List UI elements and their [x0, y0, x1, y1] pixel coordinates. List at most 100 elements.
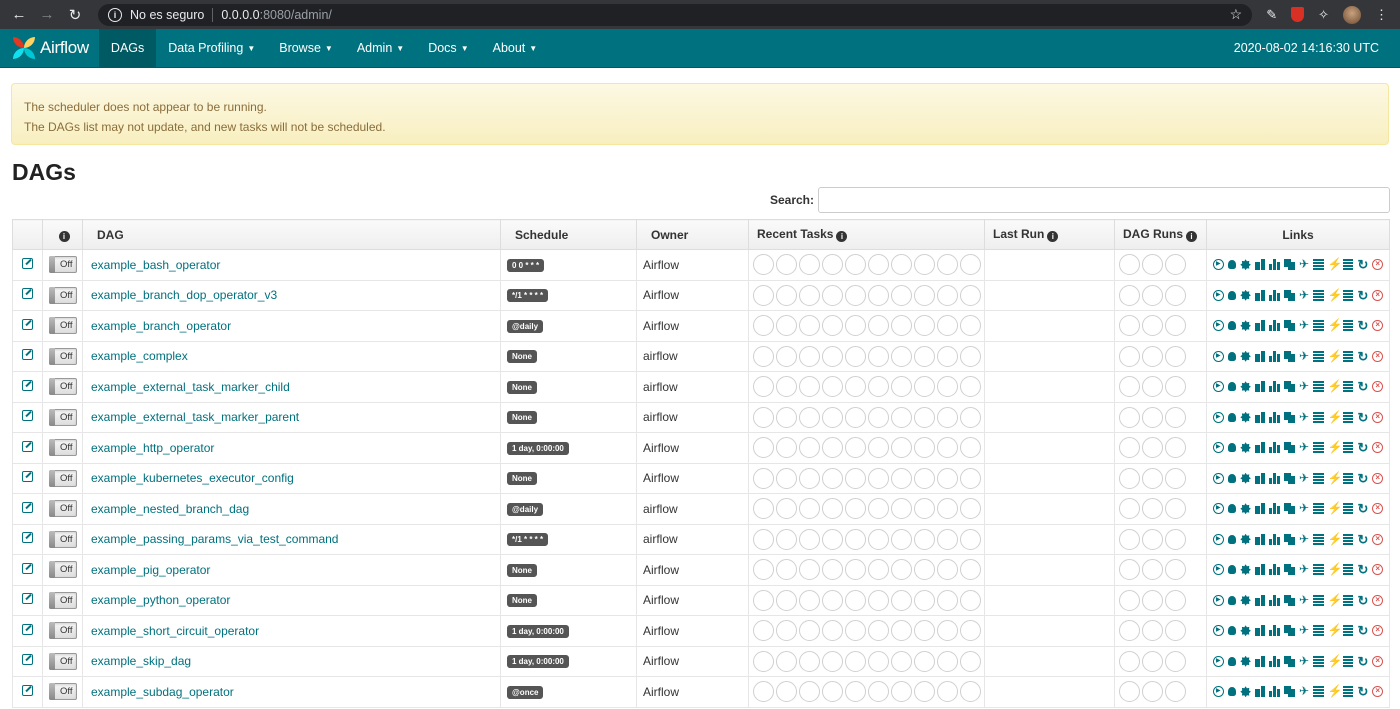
- task-duration-icon[interactable]: [1254, 655, 1266, 667]
- dag-link[interactable]: example_skip_dag: [91, 654, 191, 668]
- run-state-circle[interactable]: [1119, 559, 1140, 581]
- graph-view-icon[interactable]: [1240, 320, 1251, 332]
- run-state-circle[interactable]: [1142, 437, 1163, 459]
- task-state-circle[interactable]: [891, 589, 912, 611]
- edit-icon[interactable]: [22, 623, 33, 635]
- task-state-circle[interactable]: [891, 315, 912, 337]
- dag-link[interactable]: example_external_task_marker_child: [91, 380, 290, 394]
- task-state-circle[interactable]: [937, 437, 958, 459]
- task-state-circle[interactable]: [753, 559, 774, 581]
- task-state-circle[interactable]: [868, 284, 889, 306]
- task-tries-icon[interactable]: [1269, 289, 1281, 301]
- run-state-circle[interactable]: [1142, 376, 1163, 398]
- gantt-icon[interactable]: [1313, 564, 1324, 576]
- edit-icon[interactable]: [22, 349, 33, 361]
- task-state-circle[interactable]: [753, 406, 774, 428]
- task-duration-icon[interactable]: [1254, 381, 1266, 393]
- task-state-circle[interactable]: [753, 376, 774, 398]
- dag-toggle[interactable]: Off: [48, 317, 77, 335]
- run-state-circle[interactable]: [1119, 589, 1140, 611]
- task-state-circle[interactable]: [960, 528, 981, 550]
- task-duration-icon[interactable]: [1254, 594, 1266, 606]
- task-state-circle[interactable]: [799, 284, 820, 306]
- landing-times-icon[interactable]: [1284, 320, 1295, 332]
- code-icon[interactable]: ⚡: [1328, 533, 1343, 545]
- refresh-icon[interactable]: ↻: [1357, 563, 1368, 576]
- run-state-circle[interactable]: [1165, 589, 1186, 611]
- shield-extension-icon[interactable]: [1291, 7, 1305, 22]
- task-state-circle[interactable]: [822, 437, 843, 459]
- task-state-circle[interactable]: [753, 315, 774, 337]
- task-state-circle[interactable]: [868, 345, 889, 367]
- gantt-icon[interactable]: [1313, 594, 1324, 606]
- gantt-icon[interactable]: [1313, 381, 1324, 393]
- dag-toggle[interactable]: Off: [48, 652, 77, 670]
- tree-view-icon[interactable]: [1227, 321, 1237, 331]
- run-state-circle[interactable]: [1165, 559, 1186, 581]
- task-state-circle[interactable]: [822, 650, 843, 672]
- trigger-dag-icon[interactable]: ▶: [1212, 381, 1224, 393]
- logs-icon[interactable]: [1342, 655, 1354, 667]
- tree-view-icon[interactable]: [1227, 656, 1237, 666]
- dag-toggle[interactable]: Off: [48, 439, 77, 457]
- task-state-circle[interactable]: [868, 254, 889, 276]
- dag-link[interactable]: example_complex: [91, 349, 188, 363]
- task-state-circle[interactable]: [960, 681, 981, 703]
- header-schedule[interactable]: Schedule: [500, 219, 637, 250]
- dag-toggle[interactable]: Off: [48, 561, 77, 579]
- task-state-circle[interactable]: [845, 437, 866, 459]
- logs-icon[interactable]: [1342, 411, 1354, 423]
- trigger-dag-icon[interactable]: ▶: [1212, 686, 1224, 698]
- task-duration-icon[interactable]: [1254, 411, 1266, 423]
- gantt-icon[interactable]: [1313, 655, 1324, 667]
- task-state-circle[interactable]: [776, 315, 797, 337]
- tree-view-icon[interactable]: [1227, 534, 1237, 544]
- task-state-circle[interactable]: [891, 650, 912, 672]
- task-state-circle[interactable]: [937, 467, 958, 489]
- run-state-circle[interactable]: [1165, 620, 1186, 642]
- run-state-circle[interactable]: [1165, 376, 1186, 398]
- nav-item-data-profiling[interactable]: Data Profiling ▼: [156, 29, 267, 67]
- task-state-circle[interactable]: [776, 681, 797, 703]
- delete-icon[interactable]: ×: [1372, 259, 1384, 271]
- task-state-circle[interactable]: [799, 315, 820, 337]
- info-circle-icon[interactable]: i: [836, 231, 848, 242]
- task-state-circle[interactable]: [960, 376, 981, 398]
- task-tries-icon[interactable]: [1269, 381, 1281, 393]
- gantt-icon[interactable]: [1313, 259, 1324, 271]
- task-state-circle[interactable]: [822, 528, 843, 550]
- dag-link[interactable]: example_http_operator: [91, 441, 214, 455]
- run-state-circle[interactable]: [1119, 376, 1140, 398]
- logs-icon[interactable]: [1342, 503, 1354, 515]
- logs-icon[interactable]: [1342, 442, 1354, 454]
- task-state-circle[interactable]: [937, 315, 958, 337]
- task-state-circle[interactable]: [891, 284, 912, 306]
- run-state-circle[interactable]: [1119, 467, 1140, 489]
- info-icon[interactable]: i: [108, 7, 122, 22]
- task-state-circle[interactable]: [753, 589, 774, 611]
- delete-icon[interactable]: ×: [1372, 625, 1384, 637]
- gantt-icon[interactable]: [1313, 442, 1324, 454]
- task-state-circle[interactable]: [960, 498, 981, 520]
- run-state-circle[interactable]: [1165, 498, 1186, 520]
- task-duration-icon[interactable]: [1254, 350, 1266, 362]
- task-state-circle[interactable]: [937, 589, 958, 611]
- reload-icon[interactable]: ↻: [64, 4, 86, 26]
- refresh-icon[interactable]: ↻: [1357, 380, 1368, 393]
- trigger-dag-icon[interactable]: ▶: [1212, 655, 1224, 667]
- trigger-dag-icon[interactable]: ▶: [1212, 350, 1224, 362]
- task-duration-icon[interactable]: [1254, 686, 1266, 698]
- task-tries-icon[interactable]: [1269, 442, 1281, 454]
- task-state-circle[interactable]: [799, 650, 820, 672]
- task-state-circle[interactable]: [868, 437, 889, 459]
- task-tries-icon[interactable]: [1269, 686, 1281, 698]
- puzzle-icon[interactable]: ✧: [1318, 7, 1329, 23]
- task-state-circle[interactable]: [776, 437, 797, 459]
- task-state-circle[interactable]: [891, 681, 912, 703]
- tree-view-icon[interactable]: [1227, 443, 1237, 453]
- code-icon[interactable]: ⚡: [1328, 685, 1343, 697]
- run-state-circle[interactable]: [1119, 681, 1140, 703]
- task-state-circle[interactable]: [914, 345, 935, 367]
- airplane-icon[interactable]: ✈: [1299, 472, 1310, 484]
- task-duration-icon[interactable]: [1254, 625, 1266, 637]
